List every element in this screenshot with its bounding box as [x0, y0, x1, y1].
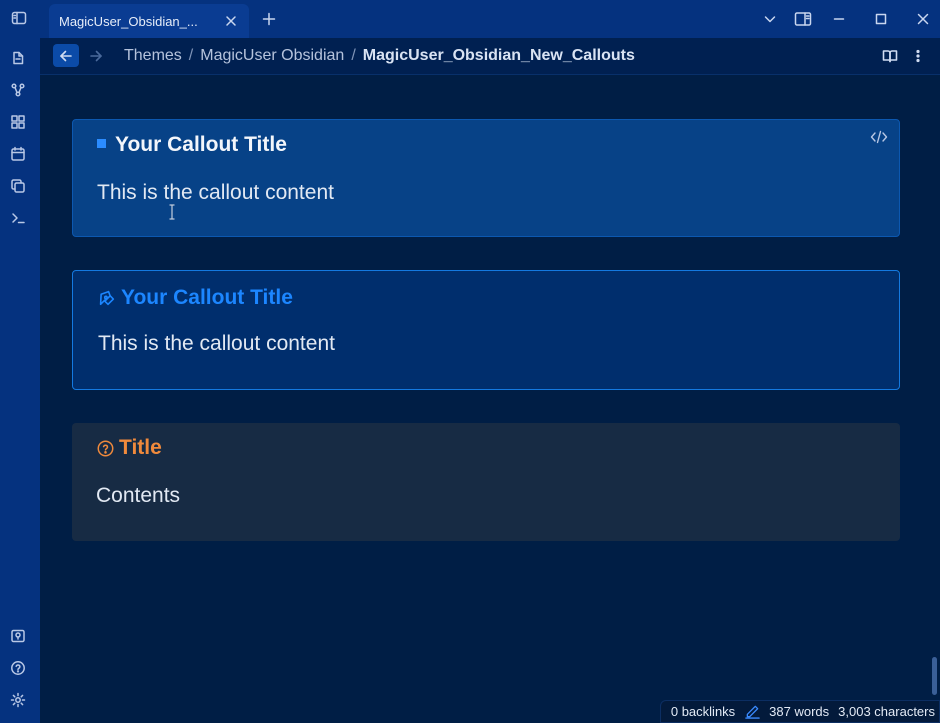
edit-source-icon[interactable]	[869, 128, 889, 146]
breadcrumb-separator: /	[351, 47, 356, 64]
vault-icon[interactable]	[8, 626, 28, 646]
calendar-icon[interactable]	[8, 144, 28, 164]
word-count: 387 words	[769, 704, 830, 719]
forward-button[interactable]	[85, 44, 107, 67]
arrow-left-icon	[60, 50, 72, 61]
callout-content: This is the callout content	[97, 181, 334, 204]
tab-bar: MagicUser_Obsidian_...	[40, 0, 940, 38]
callout-title: Your Callout Title	[97, 133, 287, 157]
help-icon[interactable]	[8, 658, 28, 678]
callout-title-text: Your Callout Title	[115, 133, 287, 156]
reading-view-icon[interactable]	[880, 46, 900, 66]
more-options-icon[interactable]	[908, 46, 928, 66]
breadcrumb: Themes / MagicUser Obsidian / MagicUser_…	[124, 38, 635, 74]
scrollbar-thumb[interactable]	[932, 657, 937, 695]
breadcrumb-separator: /	[188, 47, 194, 64]
text-cursor-icon	[169, 204, 175, 220]
files-icon[interactable]	[8, 48, 28, 68]
app-window: MagicUser_Obsidian_... Themes / MagicUse…	[0, 0, 940, 723]
minimize-icon[interactable]	[829, 9, 849, 29]
plus-icon[interactable]	[259, 9, 279, 29]
settings-icon[interactable]	[8, 690, 28, 710]
note-title[interactable]: MagicUser_Obsidian_New_Callouts	[363, 47, 635, 65]
sidebar-left-toggle-icon[interactable]	[9, 8, 29, 28]
callout-title-text: Your Callout Title	[121, 286, 293, 309]
callout[interactable]: Your Callout Title This is the callout c…	[72, 119, 900, 237]
back-button[interactable]	[53, 44, 79, 67]
copy-icon[interactable]	[8, 176, 28, 196]
callout-title-text: Title	[119, 436, 162, 459]
breadcrumb-item-themes[interactable]: Themes	[124, 47, 182, 65]
callout-title: Title	[96, 436, 162, 460]
terminal-icon[interactable]	[8, 208, 28, 228]
callout-content: Contents	[96, 484, 181, 507]
close-icon[interactable]	[223, 13, 239, 29]
canvas-icon[interactable]	[8, 112, 28, 132]
maximize-icon[interactable]	[871, 9, 891, 29]
backlinks-count[interactable]: 0 backlinks	[671, 704, 735, 719]
view-header: Themes / MagicUser Obsidian / MagicUser_…	[40, 38, 940, 75]
callout-title: Your Callout Title	[98, 286, 293, 310]
square-icon	[97, 139, 106, 148]
arrow-right-icon	[90, 50, 102, 61]
chevron-down-icon[interactable]	[760, 9, 780, 29]
graph-icon[interactable]	[8, 80, 28, 100]
tab-title: MagicUser_Obsidian_...	[59, 13, 198, 29]
status-bar: 0 backlinks 387 words 3,003 characters	[660, 700, 940, 723]
callout-content: This is the callout content	[98, 332, 335, 355]
sidebar-right-icon[interactable]	[793, 9, 813, 29]
callout[interactable]: Title Contents	[72, 423, 900, 541]
help-circle-icon	[96, 439, 114, 457]
callout[interactable]: Your Callout Title This is the callout c…	[72, 270, 900, 390]
pencil-icon[interactable]	[745, 704, 760, 719]
pen-tool-icon	[98, 289, 116, 307]
left-ribbon	[0, 0, 40, 723]
window-close-icon[interactable]	[913, 9, 933, 29]
character-count: 3,003 characters	[838, 704, 935, 719]
breadcrumb-item-magicuser-obsidian[interactable]: MagicUser Obsidian	[200, 47, 344, 65]
tab-current-note[interactable]: MagicUser_Obsidian_...	[49, 4, 249, 38]
